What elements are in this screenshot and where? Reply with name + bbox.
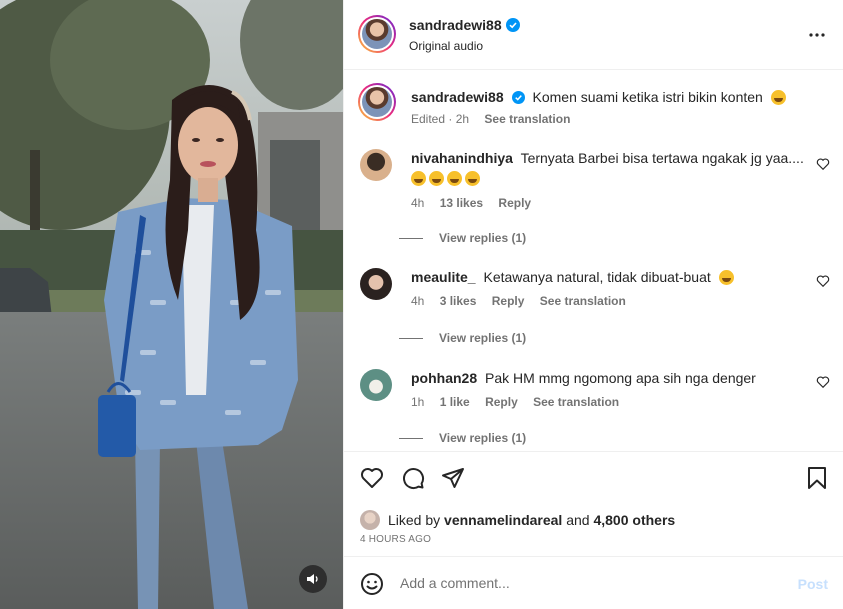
view-replies-button[interactable]: View replies (1) bbox=[399, 231, 526, 245]
commenter-avatar[interactable] bbox=[360, 149, 392, 181]
comment-see-translation[interactable]: See translation bbox=[540, 294, 626, 308]
comment-see-translation[interactable]: See translation bbox=[533, 395, 619, 409]
caption-avatar[interactable] bbox=[358, 83, 396, 121]
bookmark-icon[interactable] bbox=[806, 466, 828, 490]
post-header: sandradewi88 Original audio bbox=[344, 0, 843, 70]
view-replies-button[interactable]: View replies (1) bbox=[399, 331, 526, 345]
caption-see-translation[interactable]: See translation bbox=[484, 112, 570, 126]
likes-others-count[interactable]: 4,800 others bbox=[593, 512, 675, 528]
comment-time[interactable]: 1h bbox=[411, 395, 424, 409]
comment-reply-button[interactable]: Reply bbox=[485, 395, 518, 409]
comment-item: nivahanindhiya Ternyata Barbei bisa tert… bbox=[360, 149, 830, 210]
commenter-avatar[interactable] bbox=[360, 369, 392, 401]
likes-summary: Liked by vennamelindareal and 4,800 othe… bbox=[360, 510, 675, 530]
post-comment-button[interactable]: Post bbox=[798, 576, 828, 592]
caption-text: Komen suami ketika istri bikin konten bbox=[532, 89, 763, 105]
comment-username[interactable]: meaulite_ bbox=[411, 269, 476, 285]
grin-emoji-icon bbox=[411, 171, 426, 186]
post-actions: Liked by vennamelindareal and 4,800 othe… bbox=[344, 451, 843, 555]
comment-like-heart-icon[interactable] bbox=[816, 157, 830, 171]
comment-item: pohhan28 Pak HM mmg ngomong apa sih nga … bbox=[360, 369, 830, 413]
comment-icon[interactable] bbox=[401, 466, 425, 490]
caption-username[interactable]: sandradewi88 bbox=[411, 89, 504, 105]
comment-text: Ternyata Barbei bisa tertawa ngakak jg y… bbox=[520, 150, 804, 166]
share-icon[interactable] bbox=[441, 466, 465, 490]
post-caption: sandradewi88 Komen suami ketika istri bi… bbox=[358, 83, 830, 130]
audio-label[interactable]: Original audio bbox=[409, 39, 483, 53]
heart-icon[interactable] bbox=[360, 466, 384, 490]
comment-time[interactable]: 4h bbox=[411, 196, 424, 210]
commenter-avatar[interactable] bbox=[360, 268, 392, 300]
comment-username[interactable]: pohhan28 bbox=[411, 370, 477, 386]
comment-reply-button[interactable]: Reply bbox=[492, 294, 525, 308]
liked-by-and: and bbox=[566, 512, 590, 528]
post-video[interactable] bbox=[0, 0, 343, 609]
comment-like-heart-icon[interactable] bbox=[816, 375, 830, 389]
comment-likes[interactable]: 1 like bbox=[440, 395, 470, 409]
comment-like-heart-icon[interactable] bbox=[816, 274, 830, 288]
grin-emoji-icon bbox=[447, 171, 462, 186]
laughing-emoji-icon bbox=[770, 90, 786, 105]
author-username[interactable]: sandradewi88 bbox=[409, 17, 502, 33]
replies-divider bbox=[399, 437, 423, 439]
replies-divider bbox=[399, 237, 423, 239]
liker-avatar[interactable] bbox=[360, 510, 380, 530]
more-icon[interactable] bbox=[808, 26, 826, 44]
add-comment-bar: Add a comment... Post bbox=[344, 556, 843, 609]
comment-text: Ketawanya natural, tidak dibuat-buat bbox=[483, 269, 711, 285]
post-side-panel: sandradewi88 Original audio sandradewi88… bbox=[343, 0, 843, 609]
comment-username[interactable]: nivahanindhiya bbox=[411, 150, 513, 166]
video-frame bbox=[0, 0, 343, 609]
liker-username[interactable]: vennamelindareal bbox=[444, 512, 562, 528]
comment-item: meaulite_ Ketawanya natural, tidak dibua… bbox=[360, 268, 830, 312]
replies-divider bbox=[399, 337, 423, 339]
mute-toggle-button[interactable] bbox=[299, 565, 327, 593]
view-replies-label[interactable]: View replies (1) bbox=[439, 331, 526, 345]
comment-emojis bbox=[411, 169, 811, 187]
grin-emoji-icon bbox=[718, 270, 734, 285]
comment-likes[interactable]: 13 likes bbox=[440, 196, 483, 210]
caption-edited: Edited · 2h bbox=[411, 112, 470, 126]
view-replies-label[interactable]: View replies (1) bbox=[439, 431, 526, 445]
verified-icon bbox=[511, 91, 525, 104]
verified-icon bbox=[505, 18, 520, 32]
comment-likes[interactable]: 3 likes bbox=[440, 294, 477, 308]
liked-by-prefix: Liked by bbox=[388, 512, 441, 528]
comments-list[interactable]: sandradewi88 Komen suami ketika istri bi… bbox=[344, 71, 843, 451]
comment-time[interactable]: 4h bbox=[411, 294, 424, 308]
author-avatar[interactable] bbox=[358, 15, 396, 53]
speaker-icon bbox=[307, 574, 318, 584]
post-timestamp[interactable]: 4 HOURS AGO bbox=[360, 534, 431, 545]
comment-input[interactable]: Add a comment... bbox=[400, 575, 510, 591]
comment-text: Pak HM mmg ngomong apa sih nga denger bbox=[485, 370, 756, 386]
grin-emoji-icon bbox=[429, 171, 444, 186]
view-replies-button[interactable]: View replies (1) bbox=[399, 431, 526, 445]
comment-reply-button[interactable]: Reply bbox=[498, 196, 531, 210]
emoji-icon[interactable] bbox=[360, 572, 384, 596]
grin-emoji-icon bbox=[465, 171, 480, 186]
view-replies-label[interactable]: View replies (1) bbox=[439, 231, 526, 245]
